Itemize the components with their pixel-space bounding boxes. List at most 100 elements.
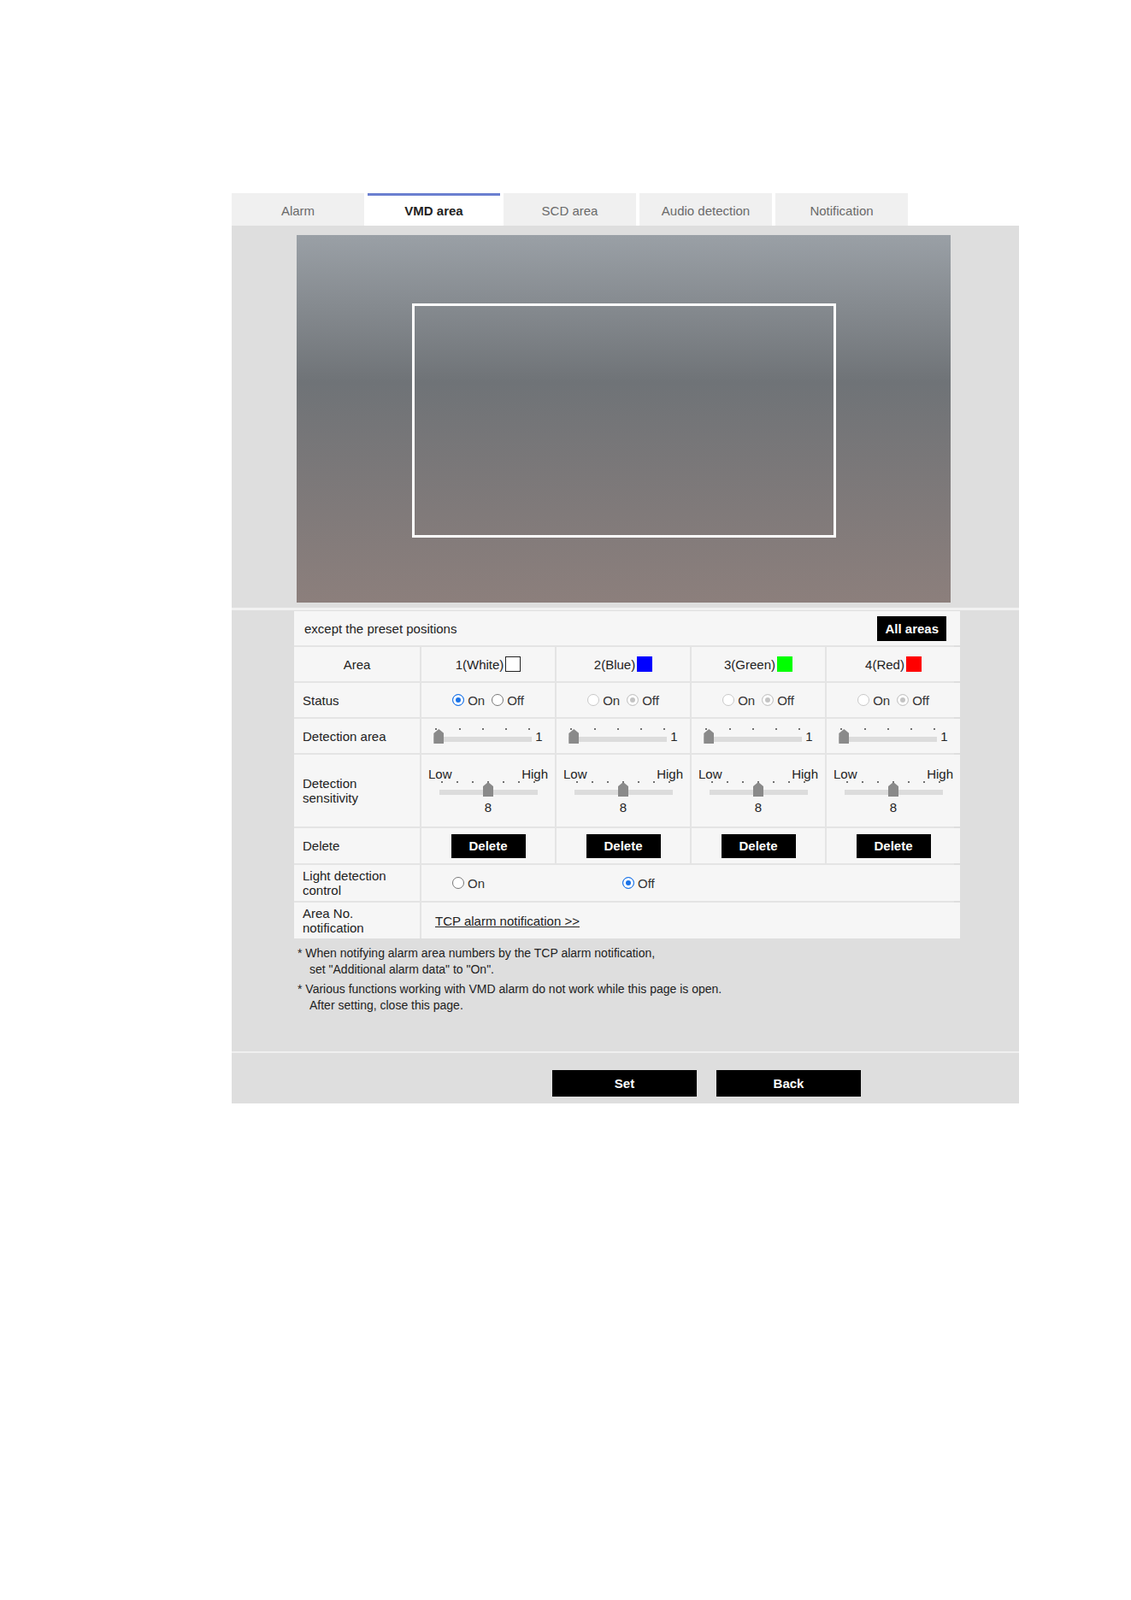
area-table: except the preset positionsAll areasArea… [294,611,955,939]
row-label: Light detection control [294,865,420,902]
tick-dot [640,728,643,731]
radio-icon [587,694,600,707]
detection-area-slider[interactable] [568,728,667,744]
area-color-swatch [777,656,793,672]
area-header: 2(Blue) [556,647,690,682]
tick-dot [441,781,443,784]
tick-dot [528,728,531,731]
tab[interactable]: Audio detection [639,193,772,226]
sensitivity-slider[interactable] [844,781,943,797]
tick-dot [594,728,596,731]
radio-icon[interactable] [491,694,504,707]
detection-area-cell: 1 [826,718,961,754]
tab[interactable]: Alarm [231,193,365,226]
tab[interactable]: Notification [775,193,908,226]
tab[interactable]: SCD area [503,193,637,226]
delete-cell: Delete [691,828,825,864]
detection-area-slider[interactable] [838,728,937,744]
sensitivity-control: Low High 8 [698,766,819,815]
slider-reading: 8 [754,800,762,815]
slider-ends: Low High [698,766,819,782]
slider-track [433,736,532,743]
status-cell: OnOff [691,683,825,718]
tick-dot [726,781,729,784]
tick-dot [729,728,731,731]
tick-dot [502,781,505,784]
light-detection-radio[interactable]: Off [622,876,793,891]
tick-dot [456,781,459,784]
note: * Various functions working with VMD ala… [297,981,1020,1014]
slider-thumb[interactable] [888,782,899,797]
all-areas-button[interactable]: All areas [877,616,947,642]
tcp-alarm-link[interactable]: TCP alarm notification >> [428,913,580,929]
slider-ends: LowHigh [833,766,954,782]
slider-ends: LowHigh [428,766,548,782]
detection-area-rect[interactable] [412,303,837,538]
back-button[interactable]: Back [716,1070,861,1097]
delete-button[interactable]: Delete [451,834,526,859]
light-detection-radio[interactable]: On [452,876,623,891]
divider [231,607,1020,611]
slider-reading: 8 [619,800,627,815]
status-radio-group: OnOff [587,693,660,708]
tick-dot [910,728,913,731]
slider-thumb[interactable] [618,782,629,797]
sensitivity-slider[interactable] [439,781,538,797]
status-cell: OnOff [556,683,690,718]
status-cell: On Off [421,683,555,718]
status-radio: Off [761,693,795,708]
low-label: Low [698,766,723,782]
tick-dot [617,728,619,731]
tick-dot [637,781,640,784]
sensitivity-cell: Low High 8 [691,754,825,827]
status-radio-group: On Off [452,693,525,708]
slider-thumb[interactable] [568,729,579,744]
tick-dot [711,781,713,784]
detection-area-cell: 1 [556,718,690,754]
tab[interactable]: VMD area [367,193,501,226]
high-label: High [521,766,548,782]
detection-area-slider[interactable] [433,728,532,744]
radio-icon[interactable] [452,877,465,890]
slider-thumb[interactable] [838,729,849,744]
area-color-swatch [636,656,653,672]
high-label: High [926,766,954,782]
set-button[interactable]: Set [552,1070,697,1097]
slider-reading: 1 [535,729,542,744]
tick-dot [576,781,578,784]
tick-dot [591,781,594,784]
slider-thumb[interactable] [703,729,714,744]
status-radio[interactable]: On [452,693,485,708]
radio-icon[interactable] [452,694,465,707]
sensitivity-slider[interactable] [709,781,808,797]
status-radio: On [587,693,620,708]
detection-area-cell: 1 [691,718,825,754]
sensitivity-slider[interactable] [574,781,673,797]
radio-icon [896,694,909,707]
sensitivity-control: LowHigh8 [833,766,954,815]
tick-dot [907,781,910,784]
slider-thumb[interactable] [433,729,444,744]
detection-area-slider[interactable] [703,728,802,744]
tick-dot [798,728,801,731]
delete-button[interactable]: Delete [856,834,931,859]
delete-button[interactable]: Delete [721,834,796,859]
radio-icon [626,694,639,707]
status-radio[interactable]: Off [491,693,525,708]
camera-image[interactable] [296,235,951,603]
status-radio: On [857,693,890,708]
notification-cell: TCP alarm notification >> [421,902,961,939]
high-label: High [791,766,819,782]
delete-button[interactable]: Delete [586,834,661,859]
radio-icon[interactable] [622,877,635,890]
tick-dot [653,781,655,784]
slider-thumb[interactable] [483,782,494,797]
status-cell: OnOff [826,683,961,718]
tick-dot [663,728,666,731]
tick-dot [877,781,879,784]
slider-thumb[interactable] [753,782,764,797]
image-section [231,225,1020,608]
settings-panel: except the preset positionsAll areasArea… [231,225,1020,1104]
tick-dot [482,728,484,731]
note-line: set "Additional alarm data" to "On". [297,961,1020,978]
